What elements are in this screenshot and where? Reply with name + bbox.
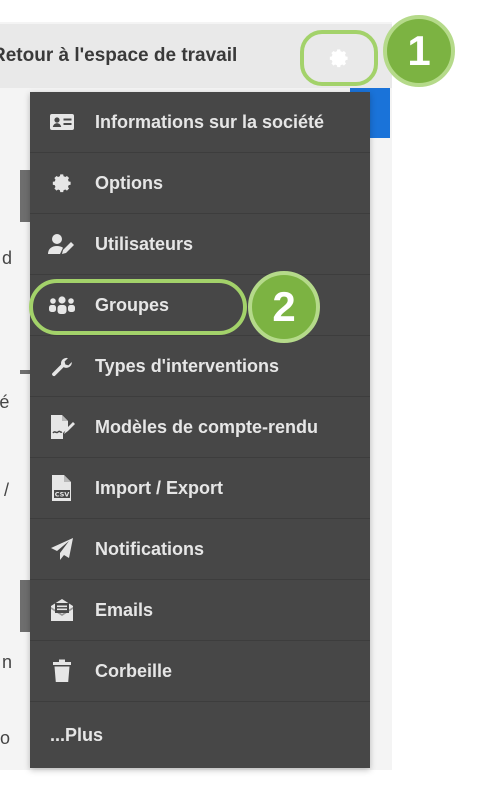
menu-item-label: Types d'interventions <box>95 355 279 376</box>
menu-item-emails[interactable]: Emails <box>30 580 370 641</box>
callout-number: 1 <box>407 27 431 74</box>
menu-item-label: Informations sur la société <box>95 111 325 132</box>
background-text: 'é <box>0 392 10 412</box>
menu-item-label: Corbeille <box>95 660 173 681</box>
settings-button[interactable] <box>300 30 378 86</box>
menu-item-notifications[interactable]: Notifications <box>30 519 370 580</box>
menu-item-label: ...Plus <box>50 724 104 745</box>
background-text: n <box>2 652 13 672</box>
menu-item-more[interactable]: ...Plus <box>30 702 370 768</box>
menu-item-trash[interactable]: Corbeille <box>30 641 370 702</box>
id-card-icon <box>47 107 77 137</box>
background-text: o <box>0 728 11 748</box>
svg-text:CSV: CSV <box>55 491 70 499</box>
menu-item-label: Notifications <box>95 538 205 559</box>
wrench-icon <box>47 351 77 381</box>
paper-plane-icon <box>47 534 77 564</box>
menu-item-label: Utilisateurs <box>95 233 194 254</box>
menu-item-users[interactable]: Utilisateurs <box>30 214 370 275</box>
menu-item-label: Emails <box>95 599 154 620</box>
background-text: / <box>4 480 10 500</box>
gear-icon <box>329 49 348 68</box>
groups-highlight-ring <box>29 279 247 335</box>
envelope-open-icon <box>47 595 77 625</box>
menu-item-label: Options <box>95 172 163 193</box>
menu-item-report-templates[interactable]: Modèles de compte-rendu <box>30 397 370 458</box>
callout-number: 2 <box>272 283 296 330</box>
menu-item-import-export[interactable]: CSV Import / Export <box>30 458 370 519</box>
user-edit-icon <box>47 229 77 259</box>
menu-item-label: Modèles de compte-rendu <box>95 416 319 437</box>
callout-badge-1: 1 <box>383 15 455 87</box>
menu-item-company-info[interactable]: Informations sur la société <box>30 92 370 153</box>
gear-icon <box>47 168 77 198</box>
trash-icon <box>47 656 77 686</box>
menu-item-intervention-types[interactable]: Types d'interventions <box>30 336 370 397</box>
background-text: d <box>2 248 13 268</box>
menu-item-label: Import / Export <box>95 477 224 498</box>
menu-item-options[interactable]: Options <box>30 153 370 214</box>
settings-dropdown-menu: Informations sur la société Options Util… <box>30 92 370 768</box>
file-csv-icon: CSV <box>47 473 77 503</box>
file-signature-icon <box>47 412 77 442</box>
callout-badge-2: 2 <box>248 271 320 343</box>
back-to-workspace-link[interactable]: Retour à l'espace de travail <box>0 24 237 88</box>
